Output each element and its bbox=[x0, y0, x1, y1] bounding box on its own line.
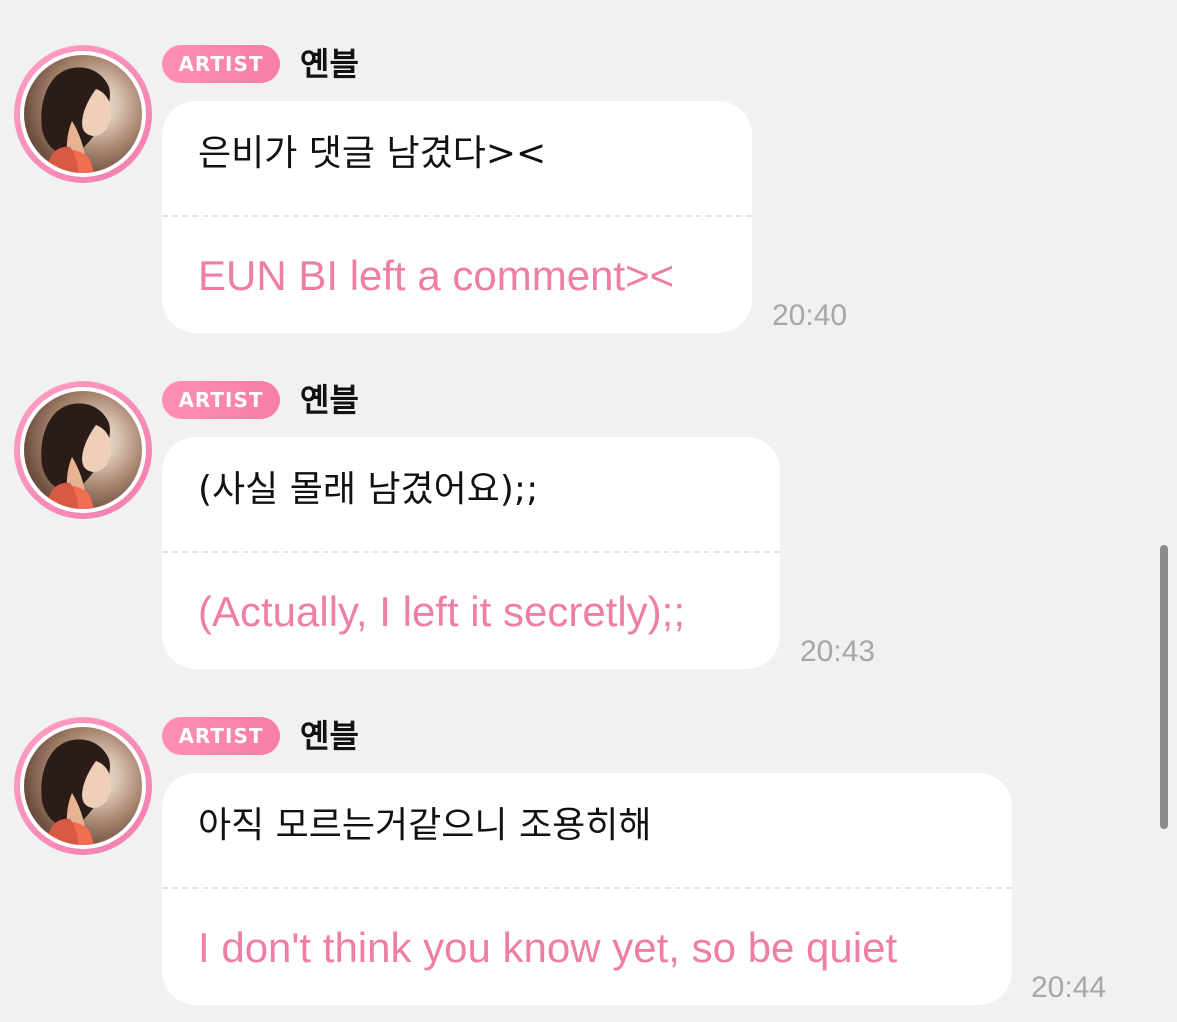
korean-message: 아직 모르는거같으니 조용히해 bbox=[198, 805, 652, 846]
chat-feed: ARTIST 옌블 은비가 댓글 남겼다>< EUN BI left a com… bbox=[0, 0, 1177, 1022]
message-bubble[interactable]: (사실 몰래 남겼어요);; (Actually, I left it secr… bbox=[162, 437, 780, 669]
avatar-ring bbox=[20, 723, 146, 849]
avatar-photo bbox=[24, 55, 142, 173]
artist-avatar[interactable] bbox=[14, 45, 152, 183]
translation-divider bbox=[162, 215, 752, 217]
korean-message: (사실 몰래 남겼어요);; bbox=[198, 469, 539, 510]
message-timestamp: 20:40 bbox=[772, 299, 848, 332]
avatar-ring bbox=[20, 51, 146, 177]
message-bubble[interactable]: 은비가 댓글 남겼다>< EUN BI left a comment>< bbox=[162, 101, 752, 333]
translated-message: I don't think you know yet, so be quiet bbox=[198, 924, 898, 971]
avatar-photo bbox=[24, 727, 142, 845]
artist-badge: ARTIST bbox=[162, 381, 280, 419]
message-timestamp: 20:43 bbox=[800, 635, 876, 668]
artist-name[interactable]: 옌블 bbox=[300, 45, 359, 83]
artist-avatar[interactable] bbox=[14, 381, 152, 519]
translated-message: EUN BI left a comment>< bbox=[198, 252, 675, 299]
message-timestamp: 20:44 bbox=[1031, 971, 1107, 1004]
vertical-scrollbar[interactable] bbox=[1160, 545, 1168, 829]
korean-message: 은비가 댓글 남겼다>< bbox=[198, 133, 547, 174]
message-bubble[interactable]: 아직 모르는거같으니 조용히해 I don't think you know y… bbox=[162, 773, 1012, 1005]
artist-name[interactable]: 옌블 bbox=[300, 381, 359, 419]
artist-name[interactable]: 옌블 bbox=[300, 717, 359, 755]
artist-badge: ARTIST bbox=[162, 45, 280, 83]
translation-divider bbox=[162, 551, 780, 553]
artist-badge: ARTIST bbox=[162, 717, 280, 755]
avatar-ring bbox=[20, 387, 146, 513]
translated-message: (Actually, I left it secretly);; bbox=[198, 588, 685, 635]
avatar-photo bbox=[24, 391, 142, 509]
artist-avatar[interactable] bbox=[14, 717, 152, 855]
translation-divider bbox=[162, 887, 1012, 889]
